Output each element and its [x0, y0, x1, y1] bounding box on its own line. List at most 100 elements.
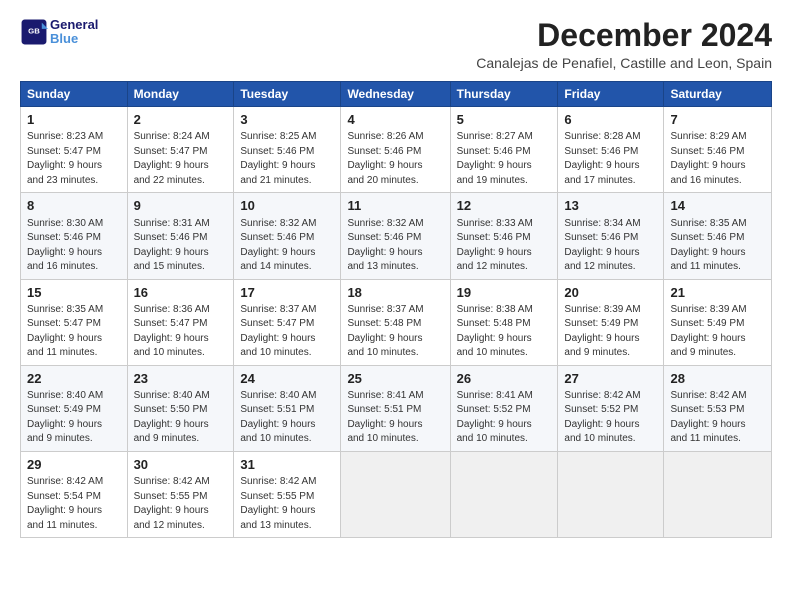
day-cell: 11Sunrise: 8:32 AM Sunset: 5:46 PM Dayli… — [341, 193, 450, 279]
day-cell: 27Sunrise: 8:42 AM Sunset: 5:52 PM Dayli… — [558, 365, 664, 451]
day-cell: 18Sunrise: 8:37 AM Sunset: 5:48 PM Dayli… — [341, 279, 450, 365]
day-cell: 15Sunrise: 8:35 AM Sunset: 5:47 PM Dayli… — [21, 279, 128, 365]
day-number: 26 — [457, 370, 552, 388]
week-row-4: 29Sunrise: 8:42 AM Sunset: 5:54 PM Dayli… — [21, 451, 772, 537]
col-thursday: Thursday — [450, 82, 558, 107]
day-number: 20 — [564, 284, 657, 302]
day-cell: 12 Sunrise: 8:33 AM Sunset: 5:46 PM Dayli… — [450, 193, 558, 279]
day-cell: 9Sunrise: 8:31 AM Sunset: 5:46 PM Daylig… — [127, 193, 234, 279]
day-cell — [558, 451, 664, 537]
header-row: Sunday Monday Tuesday Wednesday Thursday… — [21, 82, 772, 107]
day-info: Sunrise: 8:30 AM Sunset: 5:46 PM Dayligh… — [27, 217, 121, 275]
logo-line2: Blue — [50, 31, 78, 46]
day-number: 12 — [457, 197, 552, 215]
day-number: 30 — [134, 456, 228, 474]
svg-text:GB: GB — [28, 27, 40, 36]
day-cell: 7Sunrise: 8:29 AM Sunset: 5:46 PM Daylig… — [664, 107, 772, 193]
day-cell — [664, 451, 772, 537]
day-cell: 20Sunrise: 8:39 AM Sunset: 5:49 PM Dayli… — [558, 279, 664, 365]
day-number: 29 — [27, 456, 121, 474]
day-info: Sunrise: 8:42 AM Sunset: 5:54 PM Dayligh… — [27, 475, 121, 533]
week-row-0: 1Sunrise: 8:23 AM Sunset: 5:47 PM Daylig… — [21, 107, 772, 193]
day-number: 14 — [670, 197, 765, 215]
page: GB General Blue December 2024 Canalejas … — [0, 0, 792, 612]
day-info: Sunrise: 8:42 AM Sunset: 5:53 PM Dayligh… — [670, 389, 765, 447]
day-cell — [341, 451, 450, 537]
day-cell: 25Sunrise: 8:41 AM Sunset: 5:51 PM Dayli… — [341, 365, 450, 451]
day-number: 28 — [670, 370, 765, 388]
day-info: Sunrise: 8:39 AM Sunset: 5:49 PM Dayligh… — [564, 303, 657, 361]
week-row-1: 8 Sunrise: 8:30 AM Sunset: 5:46 PM Daylig… — [21, 193, 772, 279]
logo-line1: General — [50, 18, 98, 32]
day-info: Sunrise: 8:33 AM Sunset: 5:46 PM Dayligh… — [457, 217, 552, 275]
day-info: Sunrise: 8:38 AM Sunset: 5:48 PM Dayligh… — [457, 303, 552, 361]
day-number: 23 — [134, 370, 228, 388]
day-number: 3 — [240, 111, 334, 129]
day-info: Sunrise: 8:42 AM Sunset: 5:55 PM Dayligh… — [240, 475, 334, 533]
day-number: 6 — [564, 111, 657, 129]
day-number: 7 — [670, 111, 765, 129]
day-cell: 1Sunrise: 8:23 AM Sunset: 5:47 PM Daylig… — [21, 107, 128, 193]
day-info: Sunrise: 8:34 AM Sunset: 5:46 PM Dayligh… — [564, 217, 657, 275]
day-info: Sunrise: 8:36 AM Sunset: 5:47 PM Dayligh… — [134, 303, 228, 361]
day-info: Sunrise: 8:37 AM Sunset: 5:48 PM Dayligh… — [347, 303, 443, 361]
day-number: 9 — [134, 197, 228, 215]
day-cell: 29Sunrise: 8:42 AM Sunset: 5:54 PM Dayli… — [21, 451, 128, 537]
day-cell: 2Sunrise: 8:24 AM Sunset: 5:47 PM Daylig… — [127, 107, 234, 193]
day-info: Sunrise: 8:24 AM Sunset: 5:47 PM Dayligh… — [134, 130, 228, 188]
day-info: Sunrise: 8:39 AM Sunset: 5:49 PM Dayligh… — [670, 303, 765, 361]
day-cell: 23Sunrise: 8:40 AM Sunset: 5:50 PM Dayli… — [127, 365, 234, 451]
col-wednesday: Wednesday — [341, 82, 450, 107]
day-cell: 6Sunrise: 8:28 AM Sunset: 5:46 PM Daylig… — [558, 107, 664, 193]
day-info: Sunrise: 8:41 AM Sunset: 5:52 PM Dayligh… — [457, 389, 552, 447]
day-cell: 28Sunrise: 8:42 AM Sunset: 5:53 PM Dayli… — [664, 365, 772, 451]
day-number: 16 — [134, 284, 228, 302]
day-number: 21 — [670, 284, 765, 302]
day-number: 24 — [240, 370, 334, 388]
day-cell: 16Sunrise: 8:36 AM Sunset: 5:47 PM Dayli… — [127, 279, 234, 365]
calendar-table: Sunday Monday Tuesday Wednesday Thursday… — [20, 81, 772, 538]
day-cell: 14 Sunrise: 8:35 AM Sunset: 5:46 PM Dayli… — [664, 193, 772, 279]
col-sunday: Sunday — [21, 82, 128, 107]
day-info: Sunrise: 8:25 AM Sunset: 5:46 PM Dayligh… — [240, 130, 334, 188]
day-number: 15 — [27, 284, 121, 302]
col-monday: Monday — [127, 82, 234, 107]
day-cell: 22Sunrise: 8:40 AM Sunset: 5:49 PM Dayli… — [21, 365, 128, 451]
day-number: 4 — [347, 111, 443, 129]
day-info: Sunrise: 8:35 AM Sunset: 5:46 PM Dayligh… — [670, 217, 765, 275]
day-info: Sunrise: 8:23 AM Sunset: 5:47 PM Dayligh… — [27, 130, 121, 188]
day-cell: 21Sunrise: 8:39 AM Sunset: 5:49 PM Dayli… — [664, 279, 772, 365]
day-number: 19 — [457, 284, 552, 302]
day-info: Sunrise: 8:32 AM Sunset: 5:46 PM Dayligh… — [240, 217, 334, 275]
day-info: Sunrise: 8:41 AM Sunset: 5:51 PM Dayligh… — [347, 389, 443, 447]
location-title: Canalejas de Penafiel, Castille and Leon… — [476, 55, 772, 71]
col-tuesday: Tuesday — [234, 82, 341, 107]
day-info: Sunrise: 8:40 AM Sunset: 5:49 PM Dayligh… — [27, 389, 121, 447]
day-number: 25 — [347, 370, 443, 388]
day-cell: 4Sunrise: 8:26 AM Sunset: 5:46 PM Daylig… — [341, 107, 450, 193]
day-number: 31 — [240, 456, 334, 474]
day-number: 8 — [27, 197, 121, 215]
day-number: 1 — [27, 111, 121, 129]
day-info: Sunrise: 8:29 AM Sunset: 5:46 PM Dayligh… — [670, 130, 765, 188]
day-info: Sunrise: 8:40 AM Sunset: 5:51 PM Dayligh… — [240, 389, 334, 447]
title-block: December 2024 Canalejas de Penafiel, Cas… — [476, 18, 772, 71]
day-number: 18 — [347, 284, 443, 302]
day-number: 5 — [457, 111, 552, 129]
day-number: 13 — [564, 197, 657, 215]
day-cell: 17Sunrise: 8:37 AM Sunset: 5:47 PM Dayli… — [234, 279, 341, 365]
day-info: Sunrise: 8:42 AM Sunset: 5:55 PM Dayligh… — [134, 475, 228, 533]
day-info: Sunrise: 8:32 AM Sunset: 5:46 PM Dayligh… — [347, 217, 443, 275]
header: GB General Blue December 2024 Canalejas … — [20, 18, 772, 71]
day-info: Sunrise: 8:35 AM Sunset: 5:47 PM Dayligh… — [27, 303, 121, 361]
logo-text: General Blue — [50, 18, 98, 47]
day-number: 2 — [134, 111, 228, 129]
day-cell — [450, 451, 558, 537]
day-cell: 3Sunrise: 8:25 AM Sunset: 5:46 PM Daylig… — [234, 107, 341, 193]
logo-icon: GB — [20, 18, 48, 46]
day-number: 27 — [564, 370, 657, 388]
day-info: Sunrise: 8:40 AM Sunset: 5:50 PM Dayligh… — [134, 389, 228, 447]
day-cell: 5Sunrise: 8:27 AM Sunset: 5:46 PM Daylig… — [450, 107, 558, 193]
week-row-3: 22Sunrise: 8:40 AM Sunset: 5:49 PM Dayli… — [21, 365, 772, 451]
col-saturday: Saturday — [664, 82, 772, 107]
